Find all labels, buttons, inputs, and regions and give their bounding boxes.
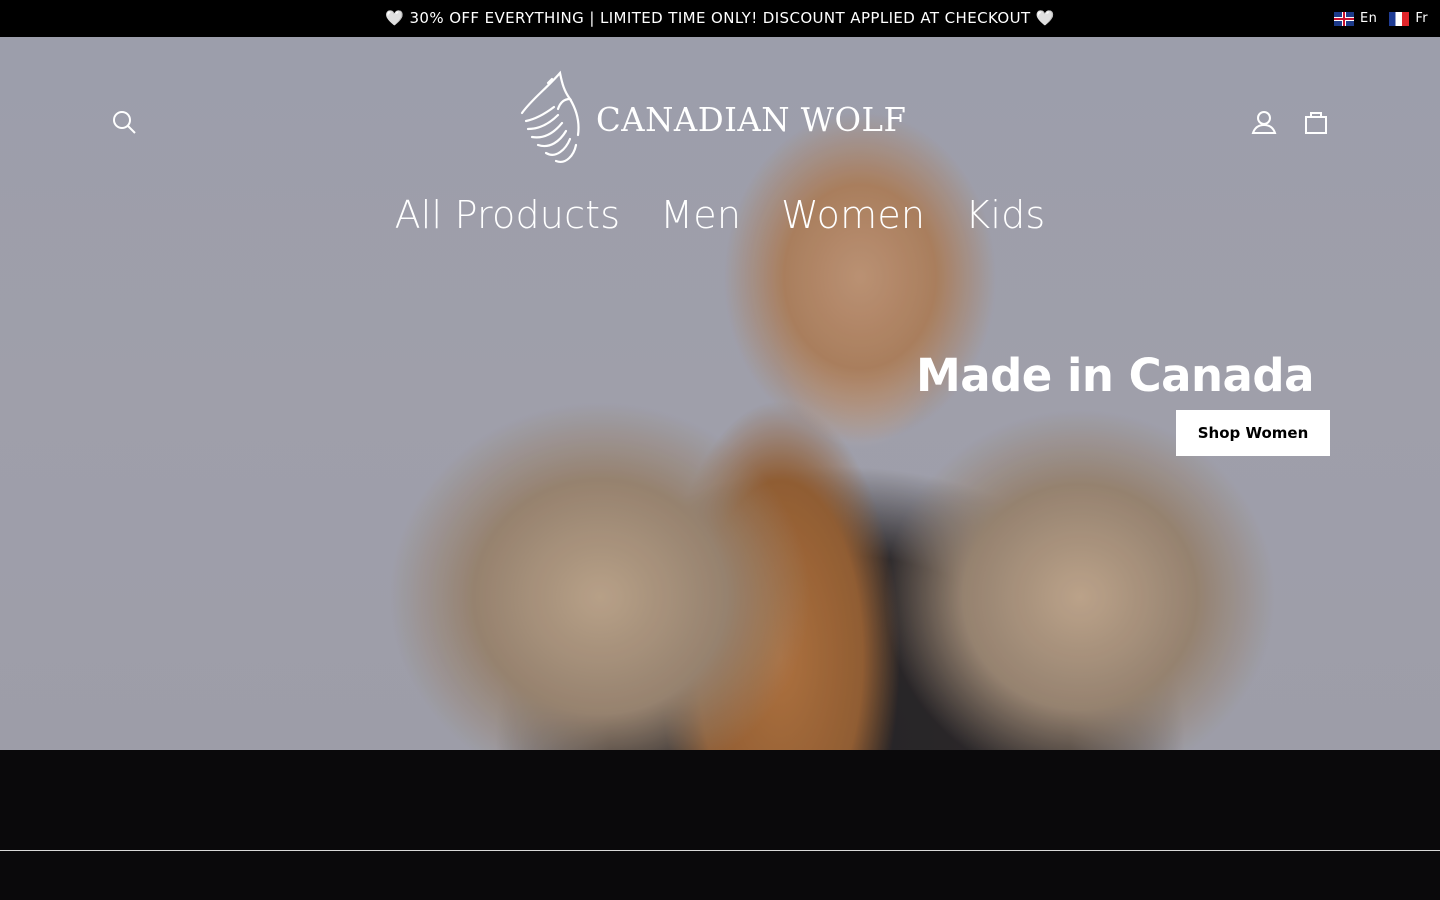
cart-icon[interactable] bbox=[1302, 108, 1330, 136]
language-switcher: En Fr bbox=[1334, 11, 1428, 26]
announcement-bar: 🤍 30% OFF EVERYTHING | LIMITED TIME ONLY… bbox=[0, 0, 1440, 37]
dark-section bbox=[0, 750, 1440, 850]
language-option-fr[interactable]: Fr bbox=[1389, 11, 1428, 26]
brand-logo[interactable]: CANADIAN WOLF bbox=[518, 67, 918, 171]
uk-flag-icon bbox=[1334, 11, 1355, 26]
nav-link-men[interactable]: Men bbox=[660, 193, 741, 237]
hero-banner: CANADIAN WOLF All Products Men Women Kid… bbox=[0, 37, 1440, 750]
main-navigation: All Products Men Women Kids bbox=[0, 193, 1440, 237]
announcement-text-row: 🤍 30% OFF EVERYTHING | LIMITED TIME ONLY… bbox=[0, 9, 1440, 27]
nav-link-kids[interactable]: Kids bbox=[965, 193, 1045, 237]
nav-link-all-products[interactable]: All Products bbox=[395, 193, 621, 237]
shop-women-button[interactable]: Shop Women bbox=[1176, 410, 1330, 456]
brand-name: CANADIAN WOLF bbox=[596, 99, 907, 139]
search-icon[interactable] bbox=[110, 108, 138, 136]
france-flag-icon bbox=[1389, 11, 1410, 26]
howling-wolf-icon bbox=[520, 70, 580, 163]
heart-icon-right: 🤍 bbox=[1035, 9, 1055, 27]
hero-title: Made in Canada bbox=[915, 349, 1315, 402]
heart-icon-left: 🤍 bbox=[385, 9, 405, 27]
language-label-en: En bbox=[1360, 11, 1378, 26]
account-icon[interactable] bbox=[1250, 108, 1278, 136]
language-option-en[interactable]: En bbox=[1334, 11, 1377, 26]
announcement-message: 30% OFF EVERYTHING | LIMITED TIME ONLY! … bbox=[409, 9, 1031, 27]
bottom-section bbox=[0, 851, 1440, 900]
language-label-fr: Fr bbox=[1415, 11, 1428, 26]
nav-link-women[interactable]: Women bbox=[781, 193, 925, 237]
